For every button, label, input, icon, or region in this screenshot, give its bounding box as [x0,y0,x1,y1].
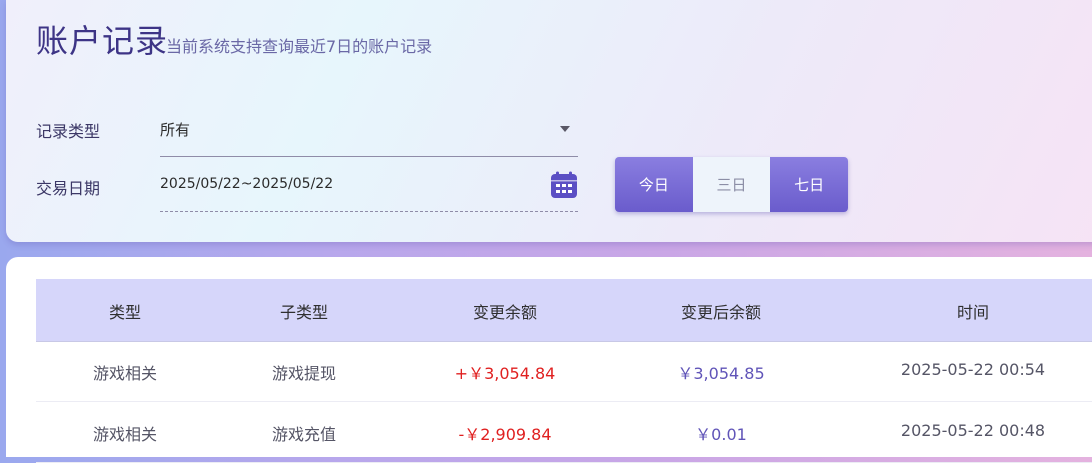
cell-time: 2025-05-22 00:48 [900,421,1046,440]
cell-change-amount: -￥2,909.84 [458,425,552,444]
table-header: 类型 子类型 变更余额 变更后余额 时间 [36,279,1092,342]
column-header-type: 类型 [108,303,142,322]
column-header-subtype: 子类型 [279,303,329,322]
cell-balance: ￥3,054.85 [677,364,765,383]
filter-panel: 账户记录 当前系统支持查询最近7日的账户记录 记录类型 所有 交易日期 2025… [6,0,1092,242]
three-days-button[interactable]: 三日 [692,157,771,212]
trade-date-input[interactable]: 2025/05/22~2025/05/22 [160,162,578,212]
record-type-label: 记录类型 [36,122,101,141]
today-button[interactable]: 今日 [615,157,693,212]
cell-subtype: 游戏充值 [271,425,337,444]
page-title: 账户记录 [36,22,169,60]
chevron-down-icon [560,126,570,132]
cell-balance: ￥0.01 [695,425,747,444]
record-type-value: 所有 [160,121,191,139]
cell-type: 游戏相关 [92,364,158,383]
column-header-balance: 变更后余额 [680,303,762,322]
table-row: 游戏相关 游戏提现 +￥3,054.84 ￥3,054.85 2025-05-2… [36,341,1092,402]
seven-days-button[interactable]: 七日 [770,157,848,212]
table-row: 游戏相关 游戏充值 -￥2,909.84 ￥0.01 2025-05-22 00… [36,402,1092,463]
trade-date-value: 2025/05/22~2025/05/22 [160,176,334,192]
column-header-change: 变更余额 [472,303,538,322]
record-type-select[interactable]: 所有 [160,106,578,157]
date-range-buttons: 今日 三日 七日 [615,157,848,212]
cell-subtype: 游戏提现 [271,364,337,383]
records-table: 类型 子类型 变更余额 变更后余额 时间 游戏相关 游戏提现 +￥3,054.8… [6,257,1092,463]
cell-type: 游戏相关 [92,425,158,444]
cell-time: 2025-05-22 00:54 [900,360,1046,379]
page-subtitle: 当前系统支持查询最近7日的账户记录 [166,37,433,56]
column-header-time: 时间 [956,303,990,322]
calendar-icon[interactable] [550,171,578,199]
trade-date-label: 交易日期 [36,179,101,198]
cell-change-amount: +￥3,054.84 [454,364,556,383]
